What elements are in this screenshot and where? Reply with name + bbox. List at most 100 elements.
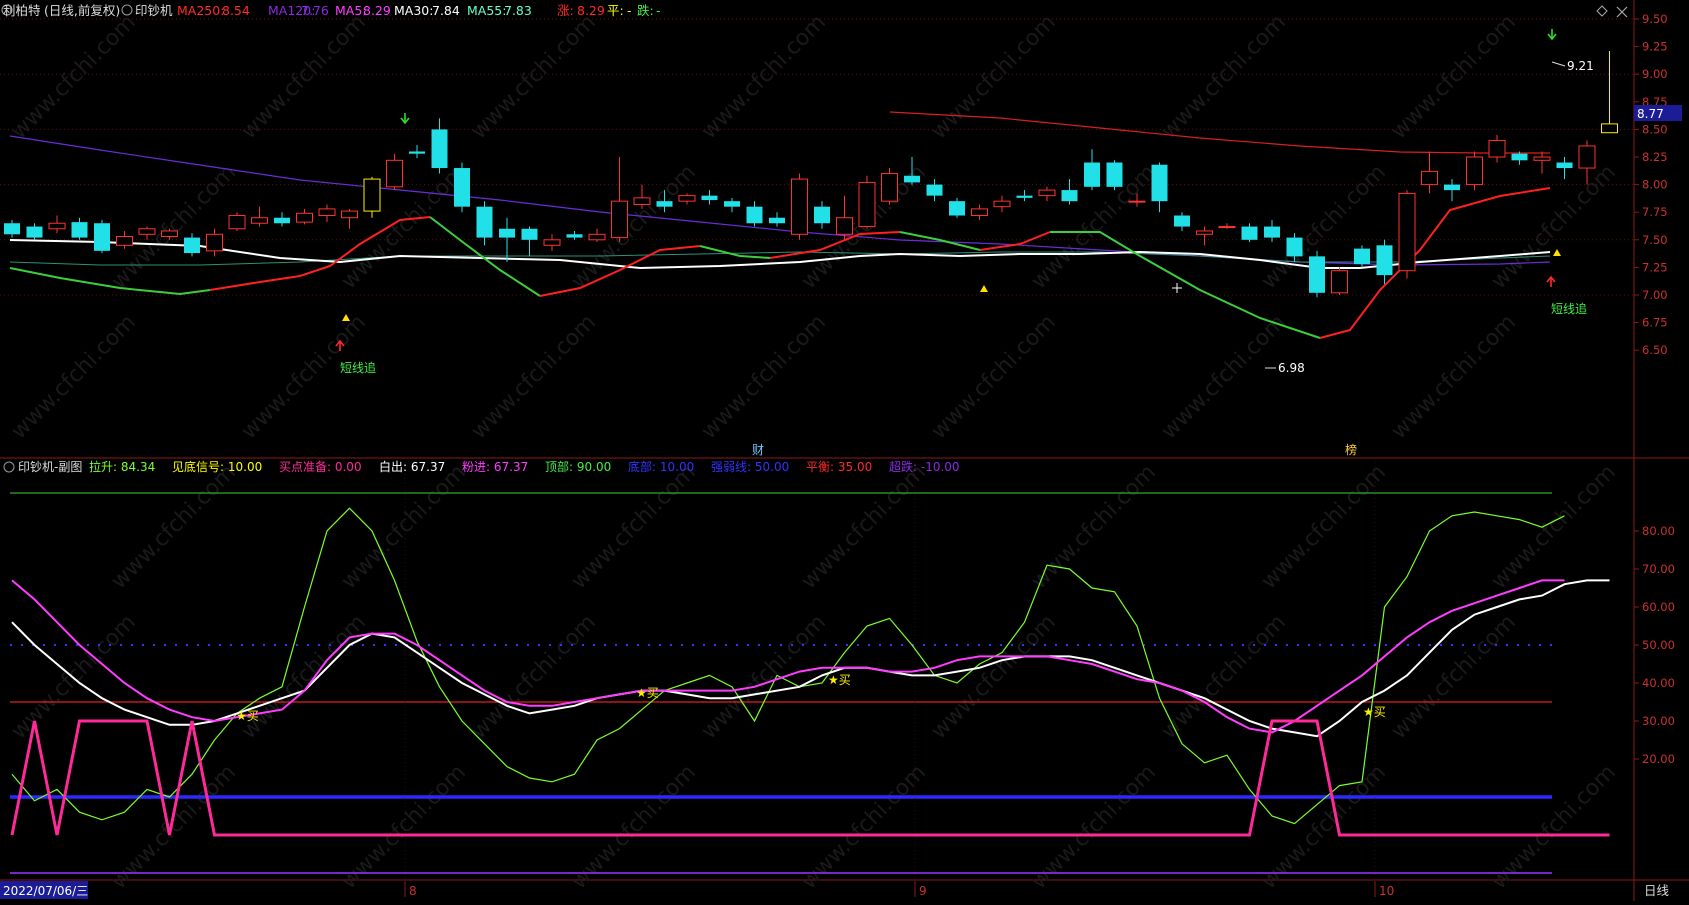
buy-star-label: ★买 <box>828 673 851 687</box>
chart-canvas[interactable]: www.cfchi.com www.cfchi.com www.cfchi.com w… <box>0 0 1689 901</box>
buy-star-label: ★买 <box>636 686 659 700</box>
buy-signal-label-2: 短线追 <box>1551 301 1587 316</box>
sub-tick-label: 20.00 <box>1642 752 1675 766</box>
fall-value: - <box>656 3 661 18</box>
candle-body-up <box>993 200 1011 208</box>
period-info: (日线,前复权) <box>44 3 120 18</box>
candle-body-down <box>1106 162 1123 187</box>
sub-header-item: 平衡: 35.00 <box>806 460 872 474</box>
candle-body-up <box>1218 226 1236 229</box>
candle-body-down <box>769 217 785 224</box>
candle-body-up <box>791 178 808 235</box>
price-tick-label: 9.00 <box>1642 67 1668 81</box>
month-label: 10 <box>1379 884 1394 898</box>
candle-body-down <box>26 226 43 238</box>
sub-header-item: 顶部: 90.00 <box>545 459 611 474</box>
candle-body-down <box>1354 248 1370 265</box>
candle-body-up <box>1128 200 1146 203</box>
price-tick-label: 6.50 <box>1642 343 1668 357</box>
candle-body-up <box>161 230 178 237</box>
stock-name: 利柏特 <box>3 3 41 18</box>
candle-body-up <box>588 233 606 241</box>
candle-body-down <box>566 234 583 238</box>
candle-body-up <box>48 222 66 230</box>
rise-label: 涨: <box>557 3 574 18</box>
ma30-label: MA30: <box>394 3 433 18</box>
candle-body-down <box>1376 245 1393 276</box>
price-tick-label: 7.75 <box>1642 205 1668 219</box>
candle-body-down <box>1174 215 1190 227</box>
candle-body-up <box>1601 123 1618 134</box>
rank-event-marker[interactable]: 榜 <box>1345 442 1357 457</box>
first-date-label: 2022/07/06/三 <box>3 884 88 898</box>
candle-body-up <box>1533 156 1551 161</box>
ma55-label: MA55: <box>467 3 506 18</box>
period-button-group[interactable]: 日线 <box>1644 883 1670 898</box>
indicator-name[interactable]: 印钞机 <box>135 3 173 18</box>
finance-event-marker[interactable]: 财 <box>752 443 764 457</box>
candle-body-down <box>814 206 830 224</box>
candle-body-down <box>949 201 965 216</box>
stock-chart-window[interactable]: www.cfchi.com www.cfchi.com www.cfchi.com w… <box>0 0 1689 901</box>
candle-body-down <box>184 237 200 254</box>
fall-label: 跌: <box>637 3 654 18</box>
candle-body-up <box>1038 189 1056 197</box>
candle-body-down <box>724 201 740 207</box>
candle-body-up <box>363 178 381 212</box>
rise-value: 8.29 <box>577 3 605 18</box>
price-tick-label: 9.50 <box>1642 12 1668 26</box>
price-tick-label: 8.50 <box>1642 122 1668 136</box>
candle-body-down <box>1264 226 1280 238</box>
candle-body-down <box>1151 164 1168 202</box>
candle-body-down <box>1511 153 1528 161</box>
sub-tick-label: 40.00 <box>1642 676 1675 690</box>
candle-body-down <box>409 151 425 154</box>
flat-value: - <box>627 3 632 18</box>
candle-body-down <box>746 206 763 224</box>
candle-body-down <box>701 195 718 201</box>
price-tick-label: 7.50 <box>1642 233 1668 247</box>
ma5-label: MA5: <box>335 3 367 18</box>
current-price-value: 8.77 <box>1637 107 1664 121</box>
sub-indicator-name[interactable]: 印钞机-副图 <box>18 459 82 474</box>
candle-body-up <box>116 235 133 246</box>
candle-body-down <box>904 175 920 183</box>
buy-star-label: ★买 <box>236 709 259 723</box>
candle-body-up <box>318 208 336 217</box>
candle-body-down <box>1444 184 1460 191</box>
sub-header-item: 白出: 67.37 <box>379 459 445 474</box>
candle-body-up <box>1488 139 1506 158</box>
candle-body-down <box>71 222 88 238</box>
sub-header: 印钞机-副图 拉升: 84.34 见底信号: 10.00 买点准备: 0.00 白出:… <box>3 459 960 474</box>
candle-body-up <box>1398 192 1416 272</box>
price-tick-label: 9.25 <box>1642 40 1668 54</box>
candle-body-up <box>386 159 403 188</box>
buy-star-label: ★买 <box>1363 705 1386 719</box>
candle-body-up <box>228 215 246 230</box>
month-label: 8 <box>409 884 417 898</box>
candle-body-down <box>1061 190 1078 202</box>
candle-body-up <box>611 200 628 239</box>
candle-body-down <box>1286 237 1303 257</box>
sub-header-item: 强弱线: 50.00 <box>711 460 789 474</box>
current-price-tag: 8.77 <box>1634 105 1682 121</box>
candle-body-down <box>1241 226 1258 240</box>
candle-body-up <box>1421 170 1438 186</box>
buy-signal-label-1: 短线追 <box>340 360 376 375</box>
candle-body-down <box>499 228 515 238</box>
candle-body-up <box>296 212 313 223</box>
candle-body-up <box>1196 230 1213 235</box>
candle-body-up <box>971 208 988 217</box>
candle-body-down <box>94 223 110 251</box>
sub-tick-label: 70.00 <box>1642 562 1675 576</box>
candle-body-up <box>881 173 898 202</box>
candle-body-up <box>341 210 358 219</box>
price-tick-label: 8.00 <box>1642 178 1668 192</box>
candle-body-up <box>633 197 651 205</box>
candle-body-up <box>858 181 876 228</box>
candle-body-down <box>1084 162 1100 187</box>
candle-body-down <box>274 217 290 224</box>
sub-header-item: 拉升: 84.34 <box>89 459 155 474</box>
period-button[interactable]: 日线 <box>1644 883 1670 898</box>
price-tick-label: 6.75 <box>1642 316 1668 330</box>
